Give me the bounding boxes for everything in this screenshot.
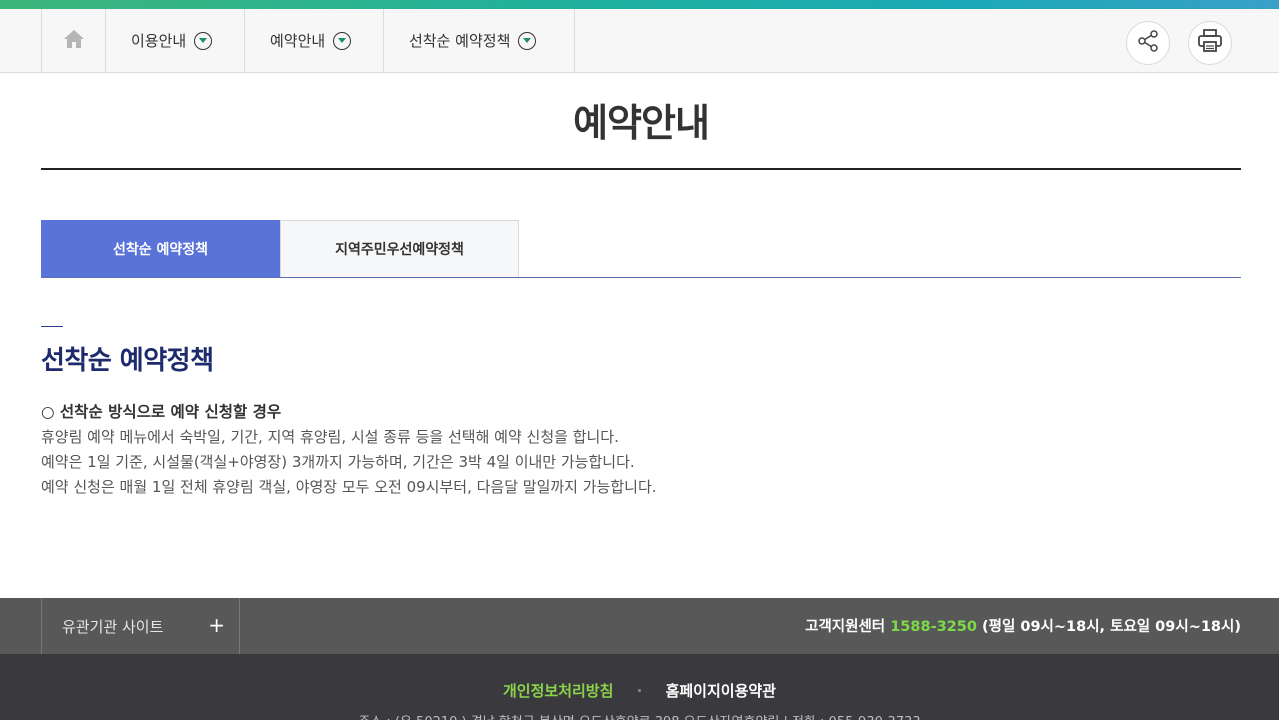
print-icon — [1197, 29, 1223, 57]
related-sites-dropdown[interactable]: 유관기관 사이트 + — [41, 598, 240, 654]
nav-item-reservation-guide[interactable]: 예약안내 — [245, 9, 384, 72]
print-button[interactable] — [1188, 21, 1232, 65]
share-button[interactable] — [1126, 21, 1170, 65]
title-divider — [41, 168, 1241, 170]
section-title: 선착순 예약정책 — [41, 346, 214, 376]
nav-item-usage-guide[interactable]: 이용안내 — [106, 9, 245, 72]
cs-label: 고객지원센터 — [805, 619, 886, 635]
nav-item-label: 선착순 예약정책 — [409, 32, 511, 50]
cs-hours: (평일 09시~18시, 토요일 09시~18시) — [982, 619, 1241, 635]
policy-line: 휴양림 예약 메뉴에서 숙박일, 기간, 지역 휴양림, 시설 종류 등을 선택… — [41, 428, 619, 446]
section-marker — [41, 326, 63, 327]
privacy-policy-link[interactable]: 개인정보처리방침 — [503, 682, 613, 700]
footer-bottom: 개인정보처리방침 · 홈페이지이용약관 주소 : (우 50210 ) 경남 합… — [0, 654, 1279, 720]
footer-links: 개인정보처리방침 · 홈페이지이용약관 — [0, 680, 1279, 701]
home-button[interactable] — [42, 9, 106, 72]
share-icon — [1137, 30, 1159, 56]
link-separator: · — [636, 682, 643, 700]
chevron-down-icon[interactable] — [518, 31, 537, 50]
terms-of-use-link[interactable]: 홈페이지이용약관 — [666, 682, 776, 700]
plus-icon[interactable]: + — [208, 613, 225, 637]
tab-first-come-policy[interactable]: 선착순 예약정책 — [41, 220, 280, 277]
chevron-down-icon[interactable] — [333, 31, 352, 50]
policy-lead: ○ 선착순 방식으로 예약 신청할 경우 — [41, 403, 282, 421]
nav-item-label: 예약안내 — [270, 32, 326, 50]
footer-address: 주소 : (우 50210 ) 경남 합천군 봉산면 오도산휴양로 398 오도… — [0, 711, 1279, 720]
customer-support-info: 고객지원센터 1588-3250 (평일 09시~18시, 토요일 09시~18… — [805, 615, 1241, 636]
top-navigation: 이용안내 예약안내 선착순 예약정책 — [0, 9, 1279, 73]
chevron-down-icon[interactable] — [194, 31, 213, 50]
policy-line: 예약은 1일 기준, 시설물(객실+야영장) 3개까지 가능하며, 기간은 3박… — [41, 453, 635, 471]
page-title: 예약안내 — [573, 101, 710, 145]
nav-item-first-come-policy[interactable]: 선착순 예약정책 — [384, 9, 575, 72]
policy-tabs: 선착순 예약정책 지역주민우선예약정책 — [41, 220, 1241, 278]
home-icon — [63, 29, 85, 53]
related-sites-label: 유관기관 사이트 — [62, 617, 164, 636]
tab-local-resident-policy[interactable]: 지역주민우선예약정책 — [280, 220, 519, 277]
top-accent-bar — [0, 0, 1279, 9]
nav-item-label: 이용안내 — [131, 32, 187, 50]
breadcrumb: 이용안내 예약안내 선착순 예약정책 — [41, 9, 575, 72]
policy-content: ○ 선착순 방식으로 예약 신청할 경우 휴양림 예약 메뉴에서 숙박일, 기간… — [41, 400, 657, 500]
policy-line: 예약 신청은 매월 1일 전체 휴양림 객실, 야영장 모두 오전 09시부터,… — [41, 478, 657, 496]
cs-phone: 1588-3250 — [890, 619, 977, 635]
footer-top-bar: 유관기관 사이트 + 고객지원센터 1588-3250 (평일 09시~18시,… — [0, 598, 1279, 654]
